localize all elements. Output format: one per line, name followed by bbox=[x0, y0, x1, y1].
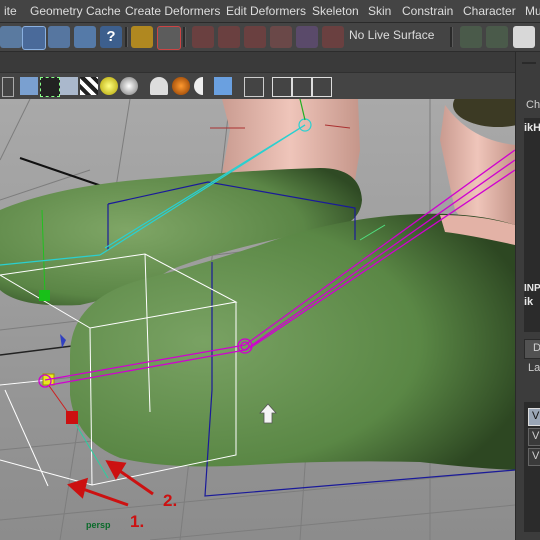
menu-skeleton[interactable]: Skeleton bbox=[312, 4, 359, 18]
snap-curve-icon[interactable] bbox=[218, 26, 240, 48]
smooth-shade-icon[interactable] bbox=[20, 77, 38, 95]
channel-box-area[interactable]: ikH INP ik bbox=[524, 118, 540, 332]
layer-visibility-toggle-1[interactable]: V bbox=[528, 408, 540, 426]
channel-box-label: Cha bbox=[526, 99, 540, 111]
input-node-label: ik bbox=[524, 296, 534, 308]
status-toolbar: ? No Live Surface bbox=[0, 23, 540, 52]
menu-bar: ite Geometry Cache Create Deformers Edit… bbox=[0, 0, 540, 23]
wireframe-on-shaded-icon[interactable] bbox=[40, 77, 60, 97]
toolbar-gap bbox=[0, 52, 515, 72]
snap-point-icon[interactable] bbox=[244, 26, 266, 48]
layer-list: V V V bbox=[524, 402, 540, 532]
panel-divider bbox=[522, 62, 536, 64]
menu-edit-deformers[interactable]: Edit Deformers bbox=[226, 4, 306, 18]
select-by-hierarchy-icon[interactable] bbox=[22, 26, 46, 50]
menu-item-partial[interactable]: ite bbox=[4, 4, 17, 18]
snap-grid-icon[interactable] bbox=[192, 26, 214, 48]
depth-of-field-icon[interactable] bbox=[214, 77, 232, 95]
tab-display[interactable]: D bbox=[524, 339, 540, 359]
layer-visibility-toggle-2[interactable]: V bbox=[528, 428, 540, 446]
layer-visibility-toggle-3[interactable]: V bbox=[528, 448, 540, 466]
textured-icon[interactable] bbox=[60, 77, 78, 95]
viewport-scene bbox=[0, 99, 515, 540]
panel-toolbar bbox=[0, 72, 515, 100]
isolate-select-icon[interactable] bbox=[244, 77, 264, 97]
select-highlight-icon[interactable] bbox=[157, 26, 181, 50]
y-axis-handle[interactable] bbox=[39, 290, 50, 301]
xray-icon[interactable] bbox=[272, 77, 292, 97]
ambient-occlusion-icon[interactable] bbox=[150, 77, 168, 95]
render-settings-icon[interactable] bbox=[513, 26, 535, 48]
menu-character[interactable]: Character bbox=[463, 4, 516, 18]
camera-label: persp bbox=[86, 520, 111, 530]
toolbar-divider bbox=[183, 27, 186, 47]
snap-view-plane-icon[interactable] bbox=[270, 26, 292, 48]
snap-surface-icon[interactable] bbox=[296, 26, 318, 48]
input-connections-icon[interactable] bbox=[460, 26, 482, 48]
menu-constrain[interactable]: Constrain bbox=[402, 4, 453, 18]
channel-box-panel: Cha ikH INP ik D La V V V bbox=[515, 52, 540, 540]
output-connections-icon[interactable] bbox=[486, 26, 508, 48]
layers-menu[interactable]: La bbox=[528, 362, 540, 374]
menu-geometry-cache[interactable]: Geometry Cache bbox=[30, 4, 121, 18]
object-name-label: ikH bbox=[524, 122, 540, 134]
light-icon[interactable] bbox=[100, 77, 118, 95]
inputs-label: INP bbox=[524, 283, 540, 294]
menu-mu-partial[interactable]: Mu bbox=[525, 4, 540, 18]
menu-create-deformers[interactable]: Create Deformers bbox=[125, 4, 220, 18]
select-by-component-icon[interactable] bbox=[48, 26, 70, 48]
anti-alias-icon[interactable] bbox=[194, 77, 212, 95]
toolbar-divider bbox=[125, 27, 128, 47]
xray-active-components-icon[interactable] bbox=[292, 77, 312, 97]
xray-joints-icon[interactable] bbox=[312, 77, 332, 97]
lock-icon[interactable] bbox=[131, 26, 153, 48]
annotation-label-1: 1. bbox=[130, 512, 145, 531]
help-question-icon[interactable]: ? bbox=[100, 26, 122, 48]
perspective-viewport[interactable]: 1. 2. persp bbox=[0, 99, 515, 540]
select-tool-icon[interactable] bbox=[0, 26, 22, 48]
motion-blur-icon[interactable] bbox=[172, 77, 190, 95]
wireframe-icon[interactable] bbox=[2, 77, 14, 97]
checker-icon[interactable] bbox=[80, 77, 98, 95]
annotation-label-2: 2. bbox=[163, 491, 178, 510]
live-magnet-icon[interactable] bbox=[322, 26, 344, 48]
toolbar-divider bbox=[450, 27, 453, 47]
paint-select-icon[interactable] bbox=[74, 26, 96, 48]
shadows-icon[interactable] bbox=[120, 77, 138, 95]
menu-skin[interactable]: Skin bbox=[368, 4, 391, 18]
z-axis-handle[interactable] bbox=[66, 411, 78, 424]
live-surface-field[interactable]: No Live Surface bbox=[349, 28, 434, 42]
